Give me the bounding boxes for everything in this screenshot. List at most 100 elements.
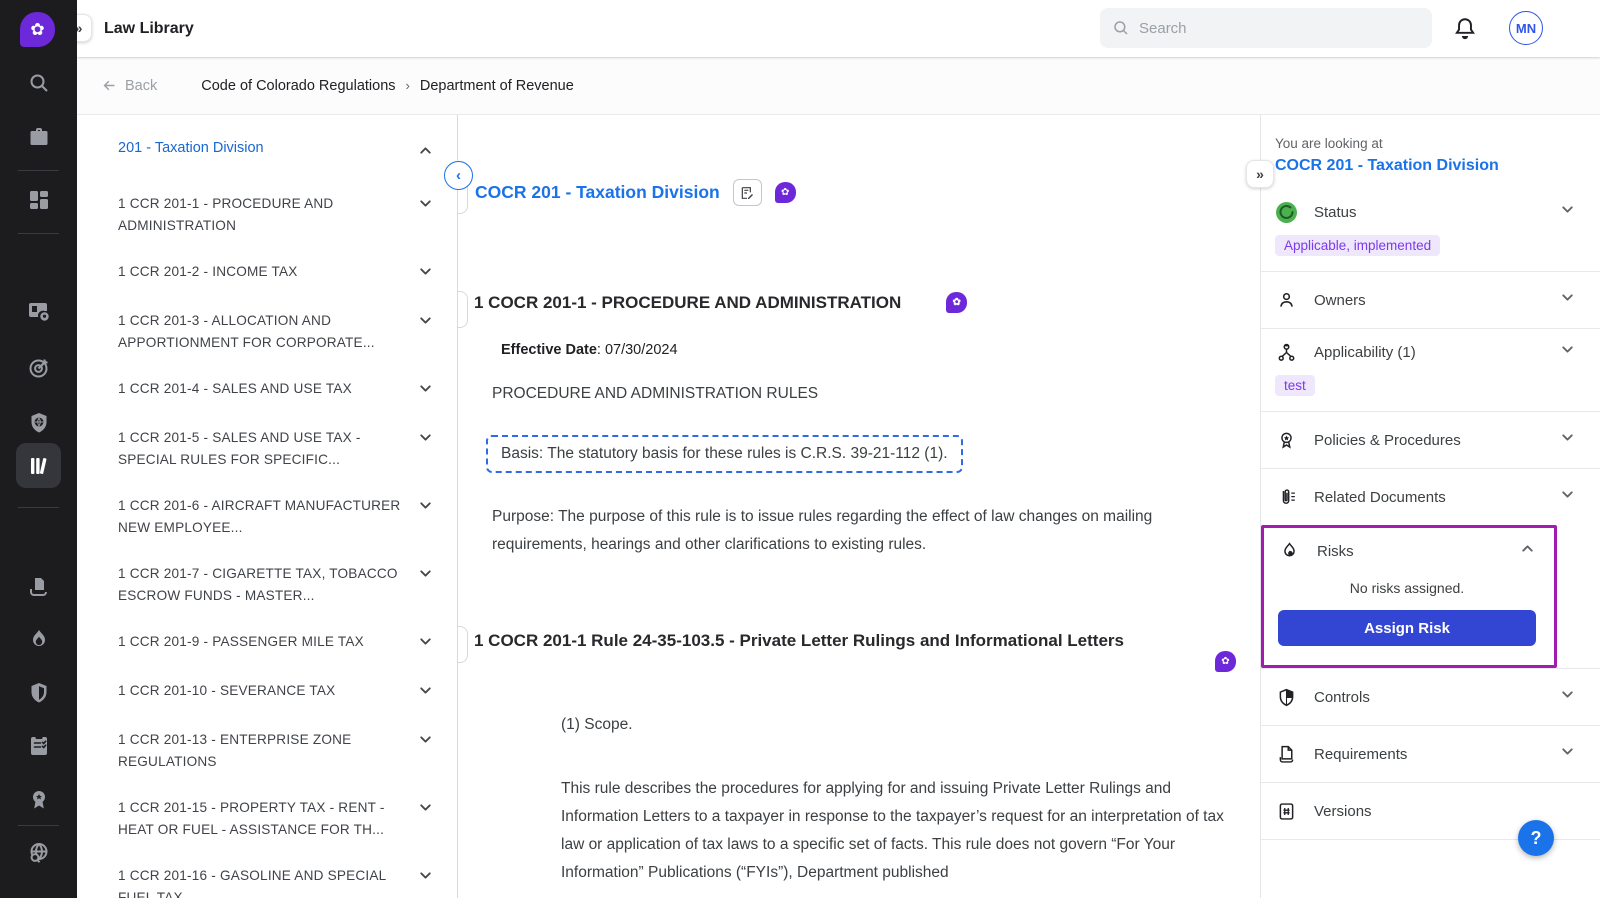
user-avatar[interactable]: MN	[1509, 11, 1543, 45]
ai-assistant-icon[interactable]: ✿	[1215, 651, 1236, 672]
risks-section-header[interactable]: Risks	[1278, 528, 1536, 574]
document-icon	[1275, 743, 1297, 765]
tree-header-label: 201 - Taxation Division	[118, 140, 264, 156]
back-button[interactable]: Back	[101, 77, 157, 94]
chevron-down-icon[interactable]	[1559, 289, 1576, 311]
ai-assistant-icon[interactable]: ✿	[775, 182, 796, 203]
tree-item[interactable]: 1 CCR 201-2 - INCOME TAX	[118, 261, 435, 285]
chevron-down-icon[interactable]	[417, 497, 435, 519]
panel-section-controls: Controls	[1261, 668, 1600, 725]
related-documents-section-header[interactable]: Related Documents	[1275, 469, 1576, 525]
status-section-header[interactable]: Status	[1275, 189, 1576, 235]
panel-document-title[interactable]: COCR 201 - Taxation Division	[1261, 151, 1600, 189]
person-icon	[1275, 289, 1297, 311]
tree-item[interactable]: 1 CCR 201-5 - SALES AND USE TAX - SPECIA…	[118, 427, 435, 470]
chevron-down-icon[interactable]	[1559, 429, 1576, 451]
chevron-down-icon[interactable]	[417, 195, 435, 217]
global-shield-icon[interactable]	[0, 406, 77, 440]
page-title: Law Library	[104, 20, 194, 38]
tree-item[interactable]: 1 CCR 201-7 - CIGARETTE TAX, TOBACCO ESC…	[118, 563, 435, 606]
document-title[interactable]: COCR 201 - Taxation Division	[475, 182, 720, 203]
law-library-icon-active[interactable]	[16, 443, 61, 488]
global-search-bar[interactable]	[1100, 8, 1432, 48]
rail-divider	[18, 170, 59, 171]
requirements-section-header[interactable]: Requirements	[1275, 726, 1576, 782]
tree-item[interactable]: 1 CCR 201-9 - PASSENGER MILE TAX	[118, 631, 435, 655]
tree-item[interactable]: 1 CCR 201-10 - SEVERANCE TAX	[118, 680, 435, 704]
detail-panel: » You are looking at COCR 201 - Taxation…	[1260, 115, 1600, 898]
assign-risk-button[interactable]: Assign Risk	[1278, 610, 1536, 646]
assessments-clipboard-icon[interactable]	[0, 728, 77, 762]
chevron-down-icon[interactable]	[417, 867, 435, 889]
document-inbox-icon[interactable]	[0, 570, 77, 604]
chevron-down-icon[interactable]	[417, 633, 435, 655]
chevron-down-icon[interactable]	[417, 682, 435, 704]
tree-item[interactable]: 1 CCR 201-6 - AIRCRAFT MANUFACTURER NEW …	[118, 495, 435, 538]
help-button[interactable]: ?	[1518, 820, 1554, 856]
owners-section-header[interactable]: Owners	[1275, 272, 1576, 328]
risk-flame-icon[interactable]	[0, 623, 77, 657]
versions-label: Versions	[1314, 803, 1576, 820]
applicability-section-header[interactable]: Applicability (1)	[1275, 329, 1576, 375]
global-search-icon[interactable]	[0, 836, 77, 870]
rule-body-paragraph: This rule describes the procedures for a…	[561, 775, 1231, 887]
panel-section-requirements: Requirements	[1261, 725, 1600, 782]
panel-section-risks: Risks No risks assigned. Assign Risk	[1264, 528, 1554, 646]
chevron-down-icon[interactable]	[417, 429, 435, 451]
applicability-badge: test	[1275, 375, 1315, 396]
chevron-down-icon[interactable]	[1559, 743, 1576, 765]
rule-heading: 1 COCR 201-1 Rule 24-35-103.5 - Private …	[474, 624, 1164, 658]
effective-date-label: Effective Date	[501, 342, 597, 358]
notifications-bell-icon[interactable]	[1452, 16, 1478, 42]
policies-section-header[interactable]: Policies & Procedures	[1275, 412, 1576, 468]
tree-item[interactable]: 1 CCR 201-15 - PROPERTY TAX - RENT - HEA…	[118, 797, 435, 840]
status-label: Status	[1314, 204, 1559, 221]
tree-item[interactable]: 1 CCR 201-13 - ENTERPRISE ZONE REGULATIO…	[118, 729, 435, 772]
chevron-up-icon[interactable]	[1519, 540, 1536, 562]
tree-collapse-button[interactable]: ‹	[444, 161, 473, 190]
chevron-down-icon[interactable]	[1559, 341, 1576, 363]
chevron-down-icon[interactable]	[417, 799, 435, 821]
chevron-down-icon[interactable]	[1559, 486, 1576, 508]
tree-item[interactable]: 1 CCR 201-4 - SALES AND USE TAX	[118, 378, 435, 402]
chevron-down-icon[interactable]	[417, 565, 435, 587]
certification-badge-icon[interactable]	[0, 783, 77, 817]
alerts-feed-icon[interactable]	[0, 294, 77, 328]
risks-highlight-outline: Risks No risks assigned. Assign Risk	[1261, 525, 1557, 668]
chevron-down-icon[interactable]	[417, 380, 435, 402]
app-logo-icon[interactable]: ✿	[20, 12, 55, 47]
search-icon[interactable]	[0, 66, 77, 100]
basis-highlight-box[interactable]: Basis: The statutory basis for these rul…	[486, 435, 963, 473]
annotate-note-button[interactable]	[733, 179, 762, 206]
block-handle	[458, 626, 468, 663]
goal-target-icon[interactable]	[0, 351, 77, 385]
controls-shield-icon[interactable]	[0, 676, 77, 710]
chevron-down-icon[interactable]	[1559, 201, 1576, 223]
dashboard-icon[interactable]	[0, 183, 77, 217]
chevron-down-icon[interactable]	[417, 731, 435, 753]
app-rail: ✿	[0, 0, 77, 898]
controls-section-header[interactable]: Controls	[1275, 669, 1576, 725]
chevron-down-icon[interactable]	[417, 263, 435, 285]
tree-header[interactable]: 201 - Taxation Division	[118, 140, 435, 163]
purpose-paragraph: Purpose: The purpose of this rule is to …	[492, 503, 1197, 559]
breadcrumb-bar: Back Code of Colorado Regulations › Depa…	[77, 57, 1600, 115]
briefcase-icon[interactable]	[0, 121, 77, 155]
rosette-icon	[1275, 429, 1297, 451]
tree-item[interactable]: 1 CCR 201-3 - ALLOCATION AND APPORTIONME…	[118, 310, 435, 353]
block-handle	[458, 291, 468, 328]
chevron-down-icon[interactable]	[417, 312, 435, 334]
ai-assistant-icon[interactable]: ✿	[946, 292, 967, 313]
effective-date: Effective Date: 07/30/2024	[501, 342, 678, 358]
tree-item[interactable]: 1 CCR 201-16 - GASOLINE AND SPECIAL FUEL…	[118, 865, 435, 898]
search-input[interactable]	[1139, 20, 1399, 37]
breadcrumb-item[interactable]: Department of Revenue	[420, 78, 574, 94]
rail-divider	[18, 233, 59, 234]
breadcrumb-item[interactable]: Code of Colorado Regulations	[201, 78, 395, 94]
applicability-label: Applicability (1)	[1314, 344, 1559, 361]
chevron-down-icon[interactable]	[1559, 686, 1576, 708]
status-badge: Applicable, implemented	[1275, 235, 1440, 256]
document-content: COCR 201 - Taxation Division ✿ 1 COCR 20…	[458, 115, 1260, 898]
panel-expand-button[interactable]: »	[1246, 160, 1274, 188]
tree-item[interactable]: 1 CCR 201-1 - PROCEDURE AND ADMINISTRATI…	[118, 193, 435, 236]
